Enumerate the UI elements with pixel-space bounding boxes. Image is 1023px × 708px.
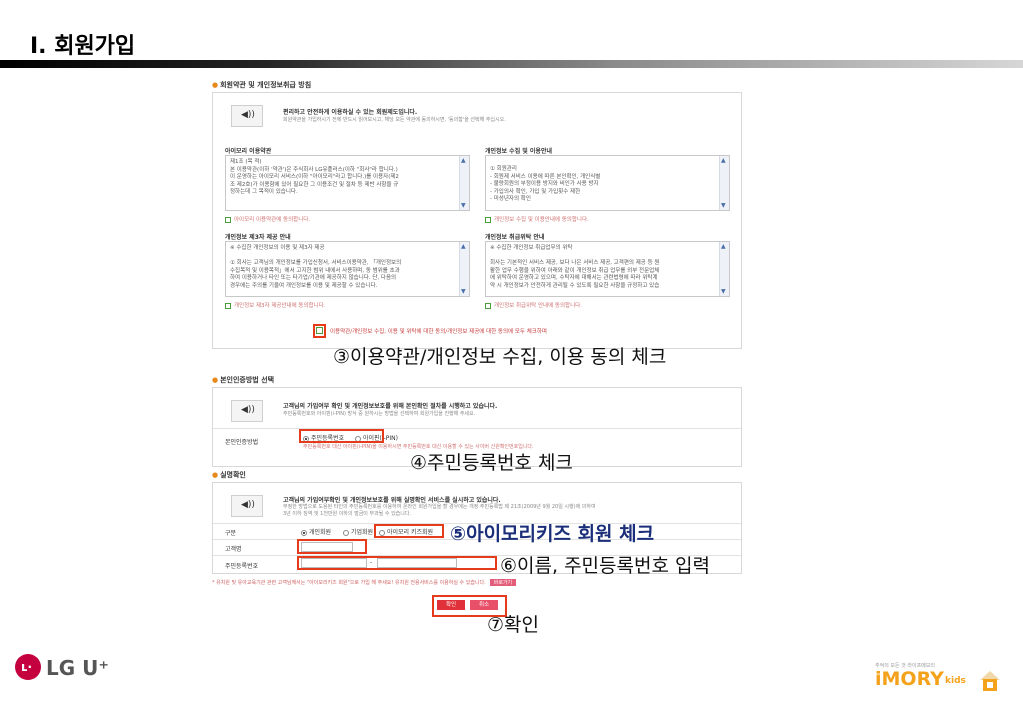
annotation-5: ⑤아이모리키즈 회원 체크 [450, 523, 655, 545]
terms-scrollbox[interactable]: 제1조 (목 적) 본 이용약관(이하 '약관')은 주식회사 LG유플러스(이… [225, 155, 470, 211]
annotation-3: ③이용약관/개인정보 수집, 이용 동의 체크 [333, 346, 667, 368]
terms-agree[interactable]: 아이모리 이용약관에 동의합니다. [225, 215, 310, 223]
outsourcing-agree[interactable]: 개인정보 취급위탁 안내에 동의합니다. [485, 301, 582, 309]
bullet-icon: ● [212, 81, 219, 89]
name-input-highlight [297, 539, 367, 554]
annotation-4: ④주민등록번호 체크 [410, 452, 573, 474]
terms-text: 제1조 (목 적) 본 이용약관(이하 '약관')은 주식회사 LG유플러스(이… [230, 159, 399, 196]
type-label: 구분 [225, 530, 237, 537]
auth-section-title: ● 본인인증방법 선택 [212, 376, 275, 384]
privacy-collect-scrollbox[interactable]: ① 회원관리 - 회원제 서비스 이용에 따른 본인확인, 개인식별 - 불량회… [485, 155, 730, 211]
outsourcing-scrollbox[interactable]: ※ 수집한 개인정보 취급업무의 위탁 회사는 기본적인 서비스 제공, 보다 … [485, 241, 730, 297]
cancel-button[interactable]: 취소 [470, 600, 498, 610]
radio-icon[interactable] [343, 529, 349, 536]
house-icon [980, 671, 1000, 691]
divider [213, 428, 741, 429]
auth-intro-title: 고객님의 가입여부 확인 및 개인정보보호를 위해 본인확인 절차를 시행하고 … [283, 403, 498, 410]
radio-corporate[interactable]: 기업회원 [343, 527, 373, 536]
ssn-option-highlight [299, 429, 384, 443]
slide-title: I. 회원가입 [30, 34, 136, 59]
name-label: 고객명 [225, 546, 242, 553]
terms-section-title: ● 회원약관 및 개인정보취급 방침 [212, 81, 312, 89]
title-divider-bar [0, 60, 1023, 68]
imory-kids-text: kids [945, 676, 966, 686]
agree-checkbox[interactable] [225, 302, 231, 309]
imory-wordmark: iMORY [875, 668, 944, 690]
terms-intro-subtitle: 회원약관을 가입하시기 전에 반드시 읽어보시고, 해당 모든 약관에 동의하시… [283, 117, 506, 123]
radio-icon[interactable] [301, 529, 307, 536]
scrollbar[interactable] [719, 156, 729, 210]
ssn-label: 주민등록번호 [225, 563, 259, 570]
speaker-icon: ◀)) [227, 101, 263, 127]
lg-uplus-text: LG U⁺ [46, 656, 109, 680]
third-party-scrollbox[interactable]: ※ 수집한 개인정보의 이용 및 제3자 제공 ① 회사는 고객님의 개인정보를… [225, 241, 470, 297]
speaker-icon: ◀)) [227, 491, 263, 517]
realname-intro-subtitle-1: 부정한 방법으로 도용된 타인의 주민등록번호를 이용하여 온라인 회원가입을 … [283, 504, 596, 510]
privacy-collect-box-title: 개인정보 수집 및 이용안내 [485, 148, 552, 155]
annotation-6: ⑥이름, 주민등록번호 입력 [500, 555, 710, 577]
scrollbar[interactable] [459, 242, 469, 296]
auth-intro-subtitle: 주민등록번호와 아이핀(i-PIN) 방식 중 원하시는 방법을 선택하여 회원… [283, 411, 476, 417]
outsourcing-text: ※ 수집한 개인정보 취급업무의 위탁 회사는 기본적인 서비스 제공, 보다 … [490, 245, 660, 289]
realname-section-title: ● 실명확인 [212, 471, 246, 479]
annotation-7: ⑦확인 [487, 614, 539, 636]
terms-box-title: 아이모리 이용약관 [225, 148, 272, 155]
speaker-icon: ◀)) [227, 396, 263, 422]
radio-individual[interactable]: 개인회원 [301, 527, 331, 536]
third-party-agree[interactable]: 개인정보 제3자 제공안내에 동의합니다. [225, 301, 325, 309]
kids-option-highlight [374, 524, 444, 538]
kids-shortcut-button[interactable]: 바로가기 [489, 579, 517, 586]
realname-intro-subtitle-2: 3년 이하 징역 및 1천만원 이하의 벌금이 부과될 수 있습니다. [283, 511, 412, 517]
kids-footer-note: * 유치원 및 유아교육기관 관련 고객님께서는 "아이모리키즈 회원"으로 가… [212, 579, 517, 586]
auth-method-label: 본인인증방법 [225, 439, 259, 446]
third-party-box-title: 개인정보 제3자 제공 안내 [225, 234, 291, 241]
outsourcing-box-title: 개인정보 취급위탁 안내 [485, 234, 545, 241]
bullet-icon: ● [212, 471, 219, 479]
ssn-input-highlight [297, 556, 497, 570]
privacy-collect-agree[interactable]: 개인정보 수집 및 이용안내에 동의합니다. [485, 215, 589, 223]
third-party-text: ※ 수집한 개인정보의 이용 및 제3자 제공 ① 회사는 고객님의 개인정보를… [230, 245, 402, 289]
all-agree-label[interactable]: 이용약관/개인정보 수집, 이용 및 위탁에 대한 동의/개인정보 제공에 대한… [330, 327, 547, 335]
all-agree-checkbox[interactable] [316, 327, 323, 334]
agree-checkbox[interactable] [225, 216, 231, 223]
scrollbar[interactable] [719, 242, 729, 296]
agree-checkbox[interactable] [485, 216, 491, 223]
terms-panel: ◀)) 편리하고 안전하게 이용하실 수 있는 회원제도입니다. 회원약관을 가… [212, 92, 742, 349]
privacy-collect-text: ① 회원관리 - 회원제 서비스 이용에 따른 본인확인, 개인식별 - 불량회… [490, 166, 601, 203]
terms-intro-title: 편리하고 안전하게 이용하실 수 있는 회원제도입니다. [283, 109, 418, 116]
agree-checkbox[interactable] [485, 302, 491, 309]
bullet-icon: ● [212, 376, 219, 384]
confirm-button[interactable]: 확인 [437, 600, 465, 610]
lg-face-icon: ʟ· [15, 654, 41, 680]
scrollbar[interactable] [459, 156, 469, 210]
